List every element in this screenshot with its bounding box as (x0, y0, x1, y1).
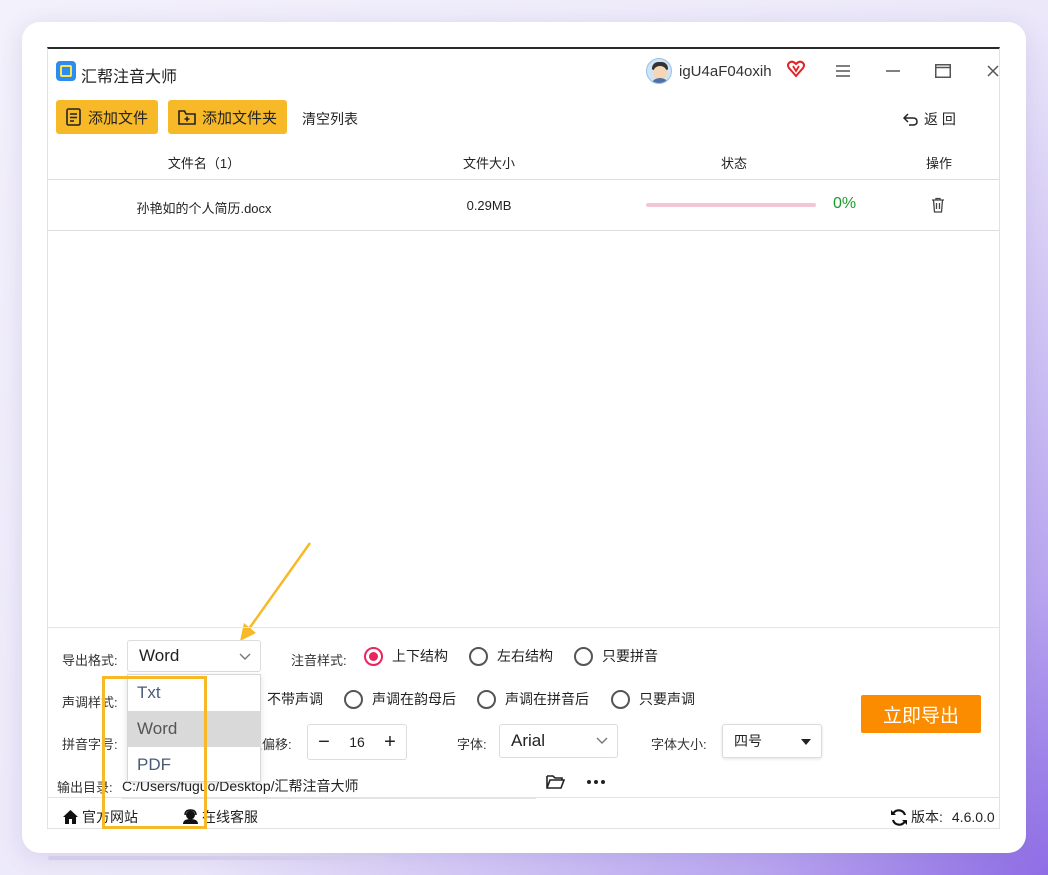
increment-button[interactable]: + (374, 731, 406, 754)
radio-unchecked-icon (469, 646, 488, 666)
dropdown-option-txt[interactable]: Txt (128, 675, 260, 711)
decorative-strip (48, 856, 386, 860)
toolbar: 添加文件 添加文件夹 清空列表 返 回 (48, 93, 999, 141)
radio-label: 上下结构 (392, 648, 448, 664)
table-row[interactable]: 孙艳如的个人简历.docx 0.29MB 0% (48, 180, 999, 231)
column-header-size: 文件大小 (462, 156, 516, 171)
column-header-action: 操作 (925, 156, 953, 171)
progress-bar (646, 203, 816, 207)
online-service-label: 在线客服 (202, 809, 258, 825)
refresh-icon (891, 808, 907, 826)
undo-arrow-icon (903, 112, 918, 126)
font-label: 字体: (457, 737, 487, 752)
font-size-value: 四号 (734, 733, 762, 749)
settings-panel: 导出格式: Word 注音样式: 上下结构 左右结构 只要拼音 声调样式: 不带… (48, 627, 999, 829)
add-folder-icon (178, 109, 196, 125)
file-table-header: 文件名（1） 文件大小 状态 操作 (48, 141, 999, 180)
minimize-icon[interactable] (882, 60, 904, 82)
add-folder-label: 添加文件夹 (202, 109, 278, 127)
radio-label: 只要声调 (639, 691, 695, 707)
output-dir-label: 输出目录: (57, 780, 113, 795)
font-size-label: 字体大小: (651, 737, 707, 752)
radio-label: 声调在韵母后 (372, 691, 456, 707)
add-folder-button[interactable]: 添加文件夹 (168, 100, 288, 134)
radio-unchecked-icon (611, 689, 630, 709)
column-header-status: 状态 (720, 156, 748, 171)
vip-heart-icon[interactable] (787, 60, 805, 78)
add-file-button[interactable]: 添加文件 (56, 100, 159, 134)
radio-tone-only[interactable]: 只要声调 (611, 689, 695, 709)
back-label: 返 回 (924, 111, 956, 127)
file-name-cell: 孙艳如的个人简历.docx (136, 201, 272, 216)
radio-label: 声调在拼音后 (505, 691, 589, 707)
username[interactable]: igU4aF04oxih (679, 63, 772, 80)
customer-service-icon (183, 809, 198, 824)
radio-label: 只要拼音 (602, 648, 658, 664)
version-label: 版本: (911, 809, 943, 825)
decrement-button[interactable]: − (308, 731, 340, 754)
user-avatar[interactable] (646, 58, 672, 84)
official-site-label: 官方网站 (82, 809, 138, 825)
radio-annotation-left-right[interactable]: 左右结构 (469, 646, 553, 666)
chevron-down-icon (596, 737, 608, 744)
offset-value: 16 (349, 734, 365, 750)
export-format-value: Word (139, 646, 180, 665)
radio-unchecked-icon (477, 689, 496, 709)
add-file-label: 添加文件 (88, 109, 149, 127)
chevron-down-icon (239, 653, 251, 660)
official-site-link[interactable]: 官方网站 (62, 807, 138, 827)
font-size-select[interactable]: 四号 (722, 724, 822, 758)
font-value: Arial (511, 731, 546, 750)
file-size-cell: 0.29MB (466, 198, 512, 213)
back-button[interactable]: 返 回 (903, 109, 956, 129)
radio-tone-none[interactable]: 不带声调 (267, 689, 323, 709)
menu-icon[interactable] (832, 60, 854, 82)
export-format-label: 导出格式: (62, 653, 118, 668)
add-file-icon (66, 108, 81, 126)
radio-unchecked-icon (344, 689, 363, 709)
radio-label: 不带声调 (267, 691, 323, 707)
pinyin-size-label: 拼音字号: (62, 737, 118, 752)
clear-list-button[interactable]: 清空列表 (302, 109, 358, 129)
tone-style-label: 声调样式: (62, 695, 118, 710)
title-bar: 汇帮注音大师 igU4aF04oxih (48, 49, 999, 93)
home-icon (63, 810, 78, 824)
maximize-icon[interactable] (932, 60, 954, 82)
radio-annotation-pinyin-only[interactable]: 只要拼音 (574, 646, 658, 666)
online-service-link[interactable]: 在线客服 (182, 807, 258, 827)
radio-tone-after-final[interactable]: 声调在韵母后 (344, 689, 456, 709)
progress-percent: 0% (833, 195, 857, 212)
column-header-filename: 文件名（1） (167, 156, 241, 171)
dropdown-option-pdf[interactable]: PDF (128, 747, 260, 783)
radio-checked-icon (364, 646, 383, 666)
radio-unchecked-icon (574, 646, 593, 666)
radio-annotation-top-bottom[interactable]: 上下结构 (364, 646, 448, 666)
app-title: 汇帮注音大师 (81, 69, 178, 86)
app-window: 汇帮注音大师 igU4aF04oxih 添加文件 添加文件夹 清空列表 返 回 … (47, 47, 1000, 829)
radio-label: 左右结构 (497, 648, 553, 664)
radio-tone-after-pinyin[interactable]: 声调在拼音后 (477, 689, 589, 709)
trash-icon[interactable] (931, 197, 945, 213)
export-format-select[interactable]: Word (127, 640, 261, 672)
version-value: 4.6.0.0 (951, 809, 995, 825)
status-bar: 官方网站 在线客服 版本: 4.6.0.0 (48, 797, 999, 831)
app-logo-icon (56, 61, 76, 81)
export-now-button[interactable]: 立即导出 (861, 695, 981, 733)
more-options-icon[interactable] (587, 780, 605, 784)
dropdown-option-word[interactable]: Word (128, 711, 260, 747)
offset-stepper[interactable]: − 16 + (307, 724, 407, 760)
folder-open-icon[interactable] (546, 774, 565, 790)
version-info[interactable]: 版本: 4.6.0.0 (890, 807, 995, 827)
close-icon[interactable] (982, 60, 1004, 82)
caret-down-icon (801, 739, 811, 745)
annotation-style-label: 注音样式: (291, 653, 347, 668)
font-select[interactable]: Arial (499, 724, 618, 758)
export-format-dropdown: Txt Word PDF (127, 674, 261, 782)
